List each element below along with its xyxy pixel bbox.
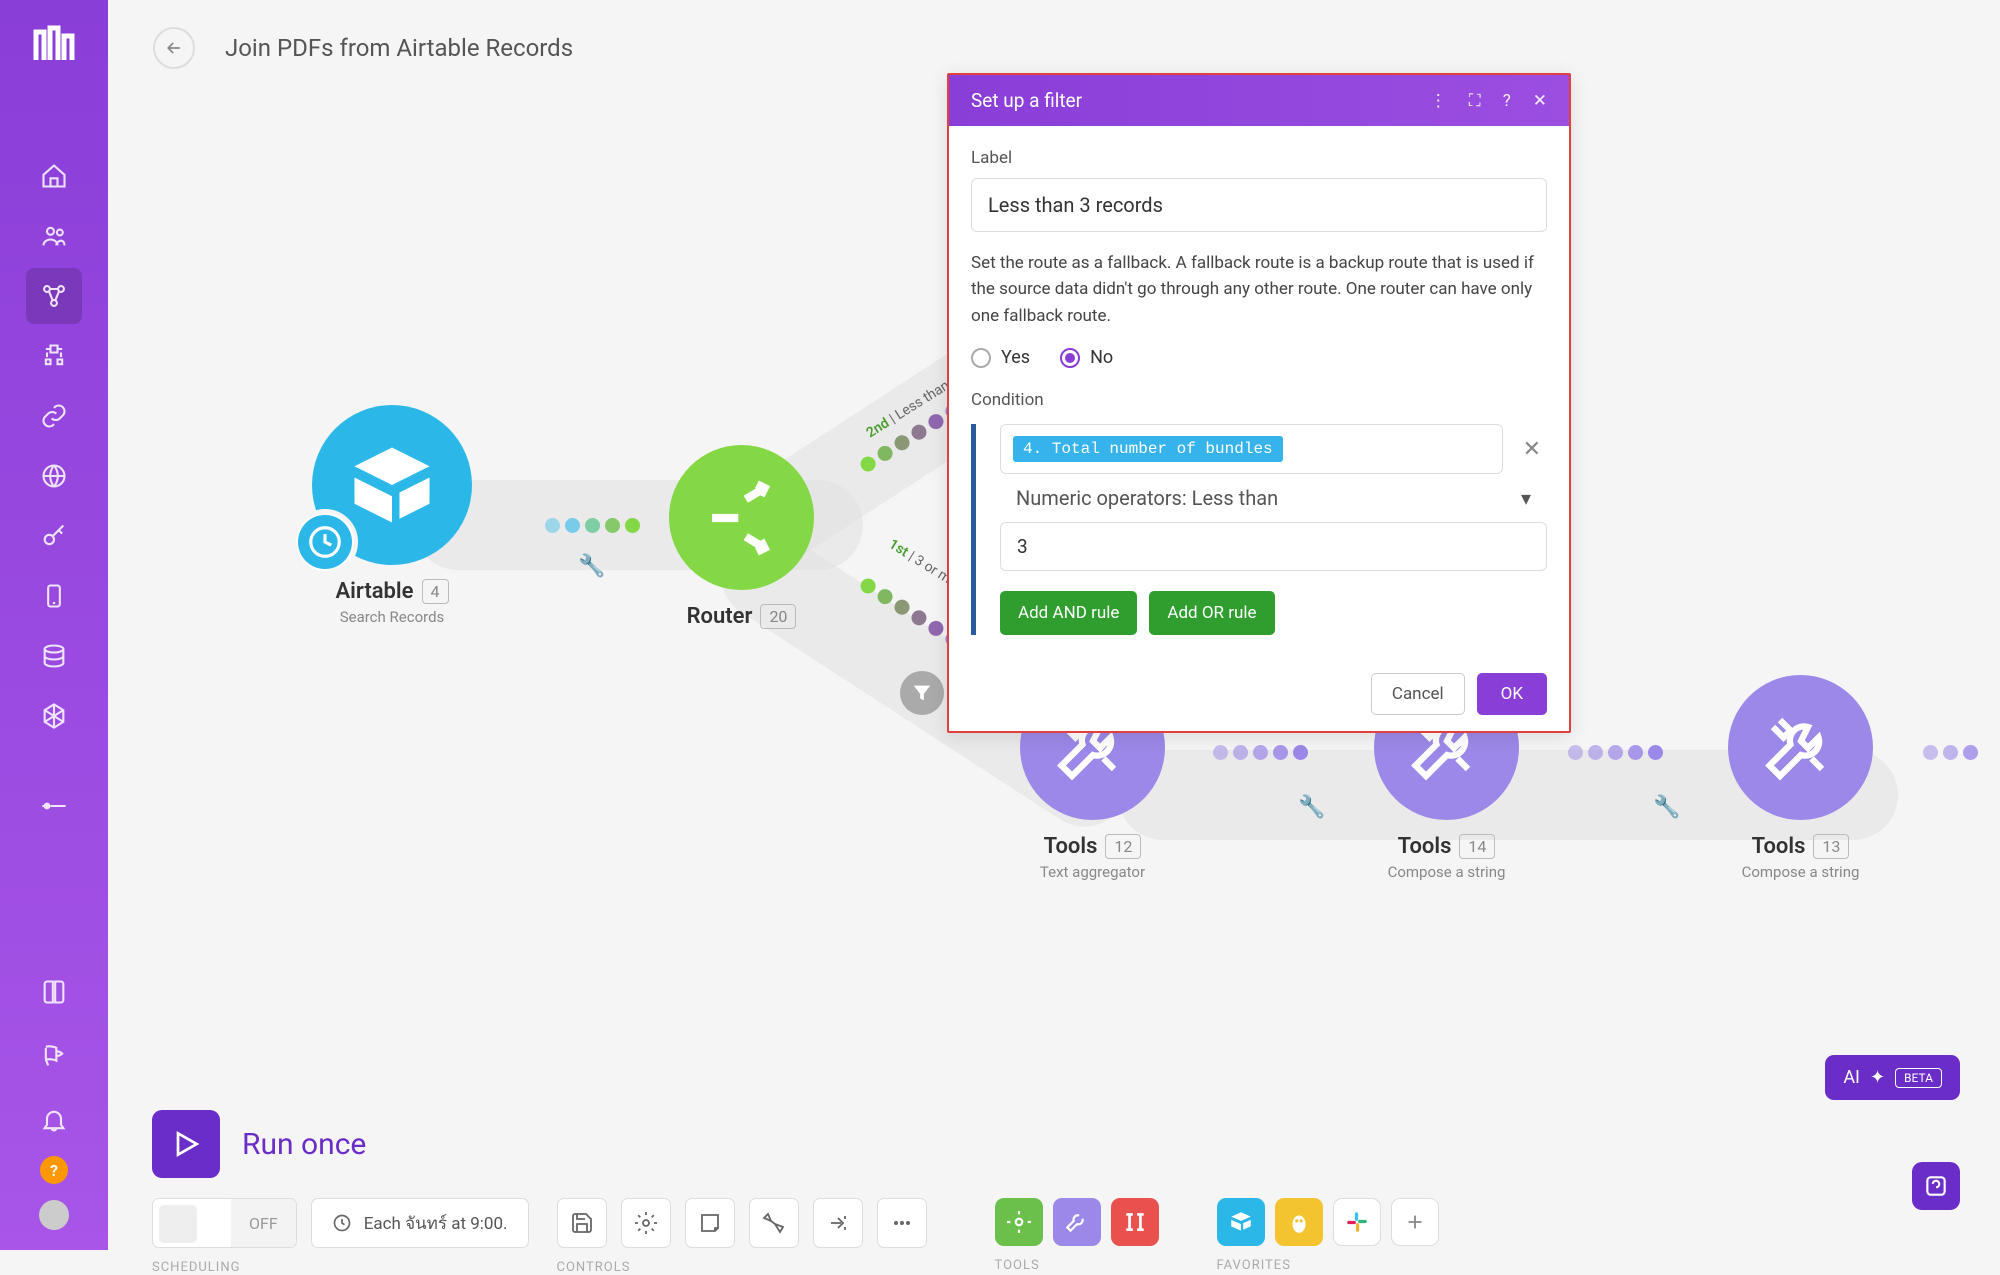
fav-app2[interactable]	[1275, 1198, 1323, 1246]
connector-dots	[545, 518, 640, 533]
controls-label: CONTROLS	[557, 1260, 927, 1275]
nav-bottom: ?	[26, 964, 82, 1230]
ok-button[interactable]: OK	[1477, 673, 1547, 715]
settings-button[interactable]	[621, 1198, 671, 1248]
router-node[interactable]: Router 20	[669, 445, 814, 629]
add-or-rule-button[interactable]: Add OR rule	[1149, 591, 1274, 635]
panel-title: Set up a filter	[971, 89, 1082, 112]
tools3-badge: 13	[1813, 834, 1849, 859]
nav-more-icon[interactable]	[26, 778, 82, 834]
fallback-yes-radio[interactable]: Yes	[971, 347, 1030, 368]
panel-header: Set up a filter ⋮ ⛶ ? ✕	[949, 75, 1569, 126]
router-label: Router	[687, 604, 753, 629]
help-fab[interactable]	[1912, 1162, 1960, 1210]
nav-datastores-icon[interactable]	[26, 628, 82, 684]
user-avatar[interactable]	[39, 1200, 69, 1230]
nav-templates-icon[interactable]	[26, 328, 82, 384]
notes-button[interactable]	[685, 1198, 735, 1248]
nav-team-icon[interactable]	[26, 208, 82, 264]
tools-node-3[interactable]: Tools 13 Compose a string	[1728, 675, 1873, 881]
save-button[interactable]	[557, 1198, 607, 1248]
tools1-badge: 12	[1105, 834, 1141, 859]
bottom-bar: Run once OFF Each จันทร์ at 9:00. SCHEDU…	[108, 1090, 2000, 1250]
nav-webhooks-icon[interactable]	[26, 448, 82, 504]
help-badge[interactable]: ?	[40, 1156, 68, 1184]
fav-airtable[interactable]	[1217, 1198, 1265, 1246]
favorites-label: FAVORITES	[1217, 1258, 1439, 1273]
nav-home-icon[interactable]	[26, 148, 82, 204]
sparkle-icon: ✦	[1870, 1067, 1885, 1088]
airtable-badge: 4	[422, 579, 449, 604]
tools1-sub: Text aggregator	[1020, 863, 1165, 881]
nav-connections-icon[interactable]	[26, 388, 82, 444]
logo[interactable]	[30, 20, 78, 68]
run-once-label: Run once	[242, 1127, 366, 1162]
ai-button[interactable]: AI✦BETA	[1825, 1055, 1960, 1100]
more-button[interactable]	[877, 1198, 927, 1248]
run-once-button[interactable]	[152, 1110, 220, 1178]
tools2-sub: Compose a string	[1374, 863, 1519, 881]
panel-close-icon[interactable]: ✕	[1533, 91, 1547, 111]
schedule-indicator[interactable]	[292, 509, 358, 575]
operator-select[interactable]: Numeric operators: Less than▾	[1000, 474, 1547, 522]
nav-datastructures-icon[interactable]	[26, 688, 82, 744]
wrench-icon[interactable]: 🔧	[1653, 795, 1680, 820]
fallback-description: Set the route as a fallback. A fallback …	[971, 250, 1547, 329]
explain-flow-button[interactable]	[813, 1198, 863, 1248]
add-and-rule-button[interactable]: Add AND rule	[1000, 591, 1137, 635]
nav-notifications-icon[interactable]	[26, 1092, 82, 1148]
connector-dots	[1213, 745, 1308, 760]
connector-dots	[1923, 745, 1978, 760]
fav-slack[interactable]	[1333, 1198, 1381, 1246]
nav-docs-icon[interactable]	[26, 964, 82, 1020]
tool-flow[interactable]	[1053, 1198, 1101, 1246]
filter-panel: Set up a filter ⋮ ⛶ ? ✕ Label Set the ro…	[947, 73, 1571, 733]
label-input[interactable]	[971, 178, 1547, 232]
scenario-title[interactable]: Join PDFs from Airtable Records	[225, 34, 573, 62]
nav-devices-icon[interactable]	[26, 568, 82, 624]
connector-dots	[1568, 745, 1663, 760]
tools2-badge: 14	[1459, 834, 1495, 859]
fallback-no-radio[interactable]: No	[1060, 347, 1113, 368]
fav-add[interactable]	[1391, 1198, 1439, 1246]
tools3-label: Tools	[1752, 834, 1806, 859]
schedule-display[interactable]: Each จันทร์ at 9:00.	[311, 1198, 529, 1248]
label-field-label: Label	[971, 148, 1547, 168]
auto-align-button[interactable]	[749, 1198, 799, 1248]
condition-value-input[interactable]: 3	[1000, 522, 1547, 571]
airtable-sub: Search Records	[312, 608, 472, 626]
router-badge: 20	[760, 604, 796, 629]
filter-1-icon[interactable]	[900, 671, 944, 715]
condition-label: Condition	[971, 390, 1547, 410]
airtable-node[interactable]: Airtable 4 Search Records	[312, 405, 472, 626]
airtable-label: Airtable	[336, 579, 414, 604]
wrench-icon[interactable]: 🔧	[578, 554, 605, 579]
tool-tools[interactable]	[995, 1198, 1043, 1246]
condition-operand-input[interactable]: 4. Total number of bundles	[1000, 424, 1503, 474]
tool-text[interactable]	[1111, 1198, 1159, 1246]
nav-keys-icon[interactable]	[26, 508, 82, 564]
panel-menu-icon[interactable]: ⋮	[1430, 91, 1447, 111]
wrench-icon[interactable]: 🔧	[1298, 795, 1325, 820]
panel-help-icon[interactable]: ?	[1503, 91, 1511, 111]
nav-scenarios-icon[interactable]	[26, 268, 82, 324]
scheduling-label: SCHEDULING	[152, 1260, 529, 1275]
back-button[interactable]	[153, 27, 195, 69]
chevron-down-icon: ▾	[1521, 486, 1531, 510]
nav-whatsnew-icon[interactable]	[26, 1028, 82, 1084]
sidebar: ?	[0, 0, 108, 1250]
cancel-button[interactable]: Cancel	[1371, 673, 1465, 715]
tools2-label: Tools	[1398, 834, 1452, 859]
variable-pill[interactable]: 4. Total number of bundles	[1013, 436, 1283, 462]
panel-expand-icon[interactable]: ⛶	[1469, 91, 1481, 111]
tools3-sub: Compose a string	[1728, 863, 1873, 881]
scheduling-toggle[interactable]: OFF	[152, 1198, 297, 1248]
delete-condition-icon[interactable]: ✕	[1517, 437, 1547, 462]
tools1-label: Tools	[1044, 834, 1098, 859]
tools-label: TOOLS	[995, 1258, 1159, 1273]
